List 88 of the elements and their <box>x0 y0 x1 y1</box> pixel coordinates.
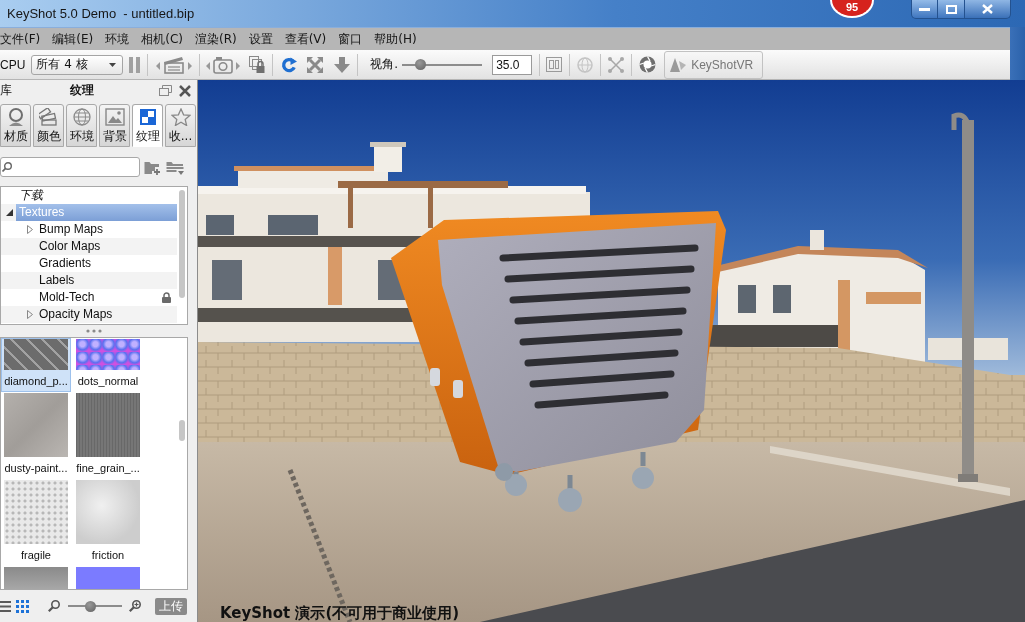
texture-thumbnail <box>76 480 140 544</box>
library-tab[interactable]: 纹理 <box>132 104 163 147</box>
slider-thumb[interactable] <box>85 600 97 612</box>
grid-view-icon[interactable] <box>16 599 29 613</box>
library-tab[interactable]: 背景 <box>99 104 130 147</box>
clapperboard-icon[interactable] <box>156 55 193 74</box>
menu-item[interactable]: 文件(F) <box>0 30 41 48</box>
minimize-icon <box>919 7 930 11</box>
tree-item[interactable]: Labels <box>36 272 177 289</box>
library-tab[interactable]: 颜色 <box>33 104 64 147</box>
star-icon <box>170 108 191 126</box>
texture-thumbnail <box>4 567 68 589</box>
fov-label: 视角. <box>370 56 399 73</box>
texture-thumbnail <box>76 567 140 589</box>
texture-item[interactable] <box>1 566 71 589</box>
close-button[interactable] <box>965 0 1011 19</box>
aperture-icon[interactable] <box>639 56 657 73</box>
texture-thumbnail <box>4 339 68 370</box>
cpu-dropdown[interactable]: 所有 4 核 <box>31 54 124 75</box>
texture-thumbnail <box>4 480 68 544</box>
maximize-button[interactable] <box>938 0 965 19</box>
slider-thumb[interactable] <box>414 59 426 70</box>
library-tab[interactable]: 收... <box>165 104 196 147</box>
texture-thumbnail <box>76 339 140 370</box>
minimize-button[interactable] <box>911 0 938 19</box>
menu-item[interactable]: 设置 <box>248 30 273 48</box>
camera-icon[interactable] <box>206 55 241 74</box>
zoom-out-icon[interactable] <box>48 600 60 612</box>
search-field[interactable] <box>0 157 140 177</box>
close-icon[interactable] <box>179 84 191 97</box>
texture-item[interactable]: diamond_p... <box>1 338 71 392</box>
menu-item[interactable]: 窗口 <box>338 30 363 48</box>
pause-icon[interactable] <box>129 56 141 73</box>
texture-thumbnail <box>4 393 68 457</box>
expand-icon[interactable] <box>307 56 324 73</box>
window-border <box>1010 27 1025 80</box>
scrollbar-thumb[interactable] <box>179 420 185 441</box>
drag-handle-icon[interactable] <box>85 329 102 333</box>
search-icon <box>2 162 12 172</box>
menu-item[interactable]: 环境 <box>105 30 130 48</box>
keyshotvr-button[interactable]: KeyShotVR <box>664 50 764 79</box>
restore-window-icon[interactable] <box>159 85 172 96</box>
node-graph-icon[interactable] <box>608 56 625 73</box>
menu-item[interactable]: 相机(C) <box>141 30 183 48</box>
menu-item[interactable]: 编辑(E) <box>52 30 94 48</box>
scrollbar-thumb[interactable] <box>179 190 185 298</box>
tree-item[interactable]: Opacity Maps <box>36 306 177 323</box>
tree-item[interactable]: 下载 <box>16 187 177 204</box>
cpu-label: CPU <box>0 57 26 72</box>
tree-item[interactable]: Bump Maps <box>36 221 177 238</box>
zoom-in-icon[interactable] <box>129 600 141 612</box>
texture-item[interactable]: dots_normal <box>73 338 143 392</box>
notification-badge[interactable]: 95 <box>830 0 874 18</box>
caret-icon <box>109 62 117 67</box>
close-icon <box>982 4 993 14</box>
texture-thumbnail <box>76 393 140 457</box>
menu-item[interactable]: 帮助(H) <box>374 30 417 48</box>
image-icon <box>104 108 125 126</box>
panel-tab-label[interactable]: 库 <box>0 82 12 99</box>
demo-notice: KeyShot 演示(不可用于商业使用) <box>220 604 460 622</box>
texture-item[interactable]: friction <box>73 479 143 566</box>
folder-icon[interactable] <box>166 159 184 175</box>
menu-item[interactable]: 渲染(R) <box>194 30 237 48</box>
fov-input[interactable]: 35.0 <box>492 54 533 75</box>
texture-item[interactable]: dusty-paint... <box>1 392 71 479</box>
tree-item[interactable]: Color Maps <box>36 238 177 255</box>
window-title: KeyShot 5.0 Demo - untitled.bip <box>7 6 195 21</box>
tree-item[interactable]: Mold-Tech <box>36 289 158 306</box>
menu-item[interactable]: 查看(V) <box>284 30 327 48</box>
library-tab[interactable]: 环境 <box>66 104 97 147</box>
add-folder-icon[interactable] <box>144 159 162 175</box>
swatch-fan-icon <box>38 108 59 126</box>
texture-item[interactable] <box>73 566 143 589</box>
globe-icon <box>71 108 92 126</box>
panel-layout-icon[interactable] <box>546 57 563 72</box>
panel-title: 纹理 <box>70 82 94 99</box>
tree-item[interactable]: Gradients <box>36 255 177 272</box>
maximize-icon <box>945 4 957 14</box>
cone-icon <box>669 56 688 73</box>
library-tab[interactable]: 材质 <box>0 104 31 147</box>
list-view-icon[interactable] <box>0 600 11 612</box>
checker-icon <box>137 108 158 126</box>
texture-item[interactable]: fragile <box>1 479 71 566</box>
texture-item[interactable]: fine_grain_... <box>73 392 143 479</box>
down-arrow-icon[interactable] <box>334 56 351 73</box>
triangle-icon[interactable] <box>6 209 13 216</box>
refresh-icon[interactable] <box>281 56 298 73</box>
copy-lock-icon[interactable] <box>249 56 266 73</box>
